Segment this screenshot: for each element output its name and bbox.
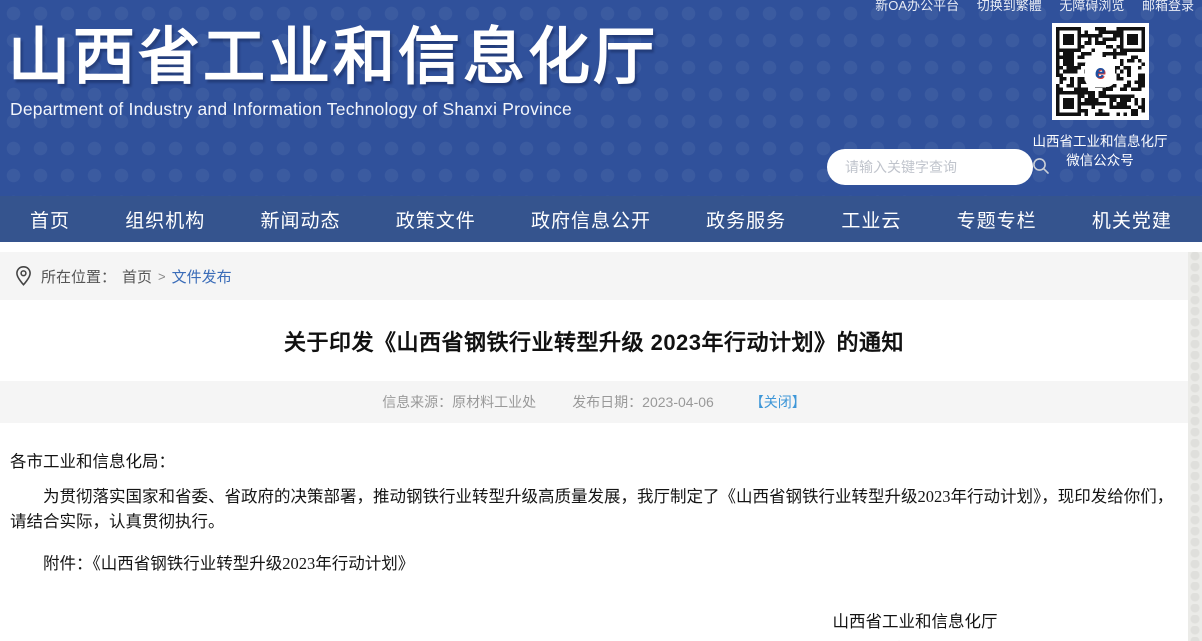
nav-item-organization[interactable]: 组织机构 — [125, 206, 205, 233]
wechat-qr-block: e 山西省工业和信息化厅 微信公众号 — [1030, 23, 1170, 170]
search-box — [827, 149, 1033, 185]
top-utility-links: 新OA办公平台 切换到繁體 无障碍浏览 邮箱登录 — [861, 0, 1194, 14]
top-link-accessibility[interactable]: 无障碍浏览 — [1059, 0, 1124, 13]
breadcrumb-current-link[interactable]: 文件发布 — [172, 266, 232, 287]
site-title: 山西省工业和信息化厅 — [8, 22, 1202, 93]
nav-item-policy-docs[interactable]: 政策文件 — [396, 206, 476, 233]
article-publish-date: 发布日期：2023-04-06 — [572, 392, 714, 412]
top-link-oa[interactable]: 新OA办公平台 — [875, 0, 959, 13]
scrollbar[interactable] — [1188, 252, 1202, 641]
article-salutation: 各市工业和信息化局： — [10, 449, 1178, 475]
nav-item-gov-services[interactable]: 政务服务 — [706, 206, 786, 233]
nav-item-party-building[interactable]: 机关党建 — [1092, 206, 1172, 233]
article-attachment: 附件：《山西省钢铁行业转型升级2023年行动计划》 — [10, 551, 1178, 577]
qr-code: e — [1052, 23, 1149, 120]
signature-date: 2023年2月22日 — [755, 636, 1075, 641]
nav-item-gov-info[interactable]: 政府信息公开 — [531, 206, 651, 233]
breadcrumb-separator: > — [158, 269, 166, 284]
signature-block: 山西省工业和信息化厅 2023年2月22日 — [755, 608, 1075, 641]
qr-center-logo-icon: e — [1087, 59, 1113, 85]
main-nav: 首页 组织机构 新闻动态 政策文件 政府信息公开 政务服务 工业云 专题专栏 机… — [0, 196, 1202, 242]
article-body: 各市工业和信息化局： 为贯彻落实国家和省委、省政府的决策部署，推动钢铁行业转型升… — [0, 423, 1188, 641]
close-button[interactable]: 【关闭】 — [750, 392, 806, 412]
top-link-mail-login[interactable]: 邮箱登录 — [1142, 0, 1194, 13]
search-input[interactable] — [827, 159, 1032, 175]
nav-item-home[interactable]: 首页 — [30, 206, 70, 233]
location-pin-icon — [14, 265, 33, 287]
site-subtitle-en: Department of Industry and Information T… — [10, 99, 1202, 120]
article-source: 信息来源：原材料工业处 — [382, 392, 536, 412]
signature-org: 山西省工业和信息化厅 — [755, 608, 1075, 636]
site-header: 新OA办公平台 切换到繁體 无障碍浏览 邮箱登录 山西省工业和信息化厅 Depa… — [0, 0, 1202, 196]
breadcrumb-label: 所在位置： — [41, 266, 116, 287]
qr-caption-line1: 山西省工业和信息化厅 — [1030, 132, 1170, 151]
breadcrumb-home-link[interactable]: 首页 — [122, 266, 152, 287]
top-link-traditional[interactable]: 切换到繁體 — [977, 0, 1042, 13]
article-title: 关于印发《山西省钢铁行业转型升级 2023年行动计划》的通知 — [0, 300, 1188, 381]
nav-item-news[interactable]: 新闻动态 — [260, 206, 340, 233]
article-paragraph: 为贯彻落实国家和省委、省政府的决策部署，推动钢铁行业转型升级高质量发展，我厅制定… — [10, 484, 1178, 535]
nav-item-industry-cloud[interactable]: 工业云 — [841, 206, 901, 233]
page-body: 所在位置： 首页 > 文件发布 关于印发《山西省钢铁行业转型升级 2023年行动… — [0, 252, 1202, 641]
nav-item-special-topics[interactable]: 专题专栏 — [957, 206, 1037, 233]
breadcrumb: 所在位置： 首页 > 文件发布 — [0, 252, 1188, 300]
qr-caption-line2: 微信公众号 — [1030, 151, 1170, 170]
qr-caption: 山西省工业和信息化厅 微信公众号 — [1030, 132, 1170, 170]
article-meta-bar: 信息来源：原材料工业处 发布日期：2023-04-06 【关闭】 — [0, 381, 1188, 423]
